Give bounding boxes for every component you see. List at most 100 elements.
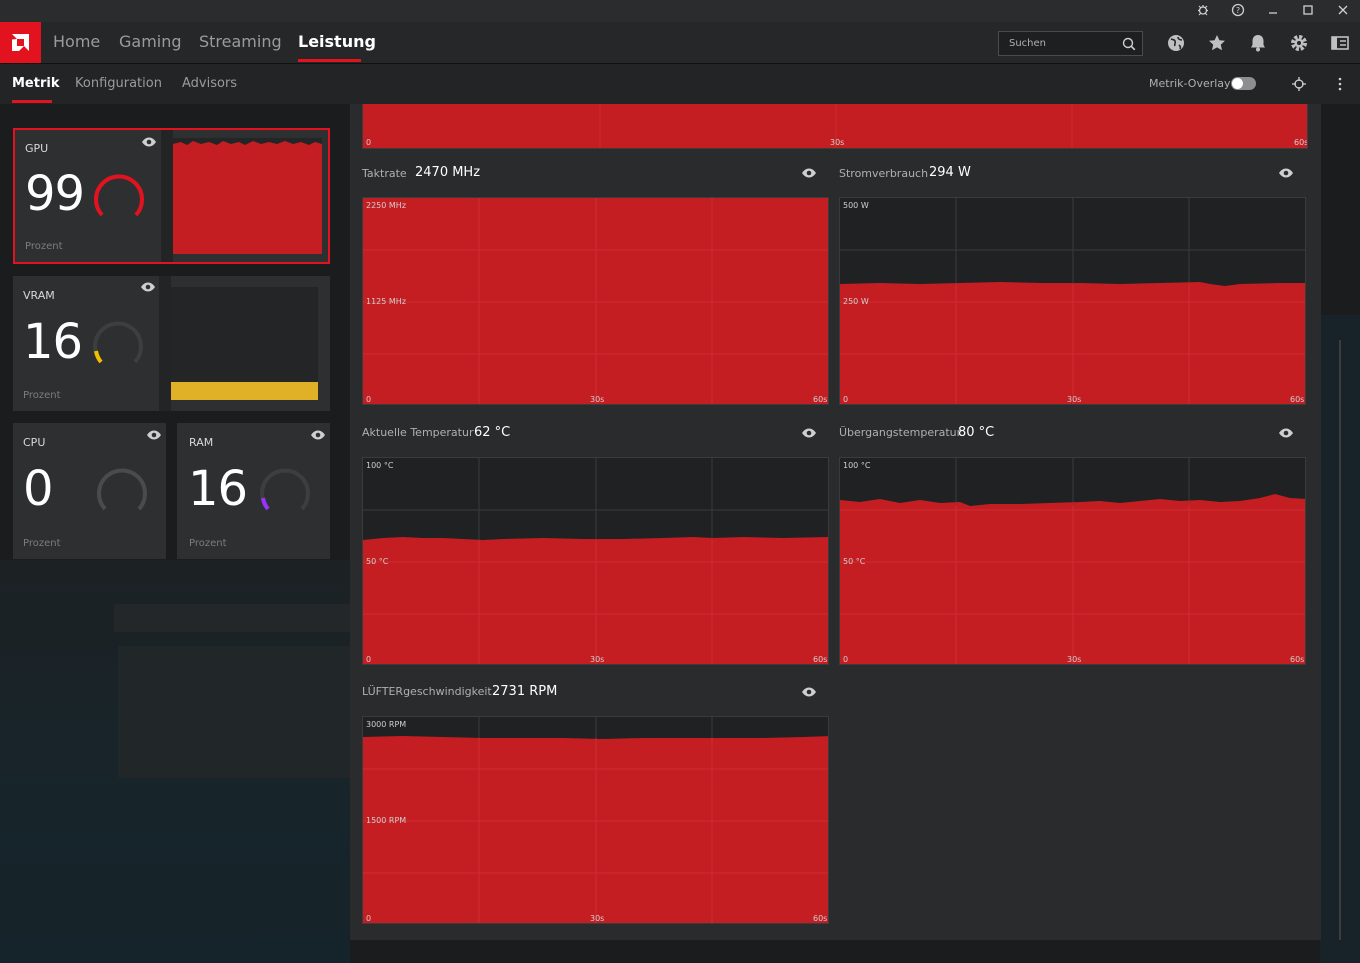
tick-label: 30s: [1067, 655, 1082, 664]
tick-label: 100 °C: [366, 461, 394, 470]
card-divider: [159, 276, 171, 411]
clock-chart: 2250 MHz 1125 MHz 0 30s 60s: [362, 197, 829, 405]
power-label: Stromverbrauch: [839, 167, 929, 180]
cpu-gauge: [97, 468, 147, 511]
junction-label: Übergangstemperatur: [839, 426, 962, 439]
tick-label: 60s: [1294, 138, 1308, 147]
top-chart: 0 30s 60s: [362, 104, 1308, 149]
cpu-unit: Prozent: [23, 538, 61, 549]
tick-label: 30s: [590, 395, 605, 404]
search-input[interactable]: Suchen: [998, 31, 1143, 56]
vram-card[interactable]: VRAM 16 Prozent: [13, 276, 330, 411]
eye-icon[interactable]: [801, 428, 817, 438]
crosshair-icon[interactable]: [1291, 76, 1307, 92]
clock-value: 2470 MHz: [415, 165, 481, 180]
globe-icon[interactable]: [1166, 33, 1186, 53]
tick-label: 2250 MHz: [366, 201, 407, 210]
maximize-icon[interactable]: [1300, 3, 1316, 19]
star-icon[interactable]: [1207, 33, 1227, 53]
tick-label: 1500 RPM: [366, 816, 407, 825]
cpu-value: 0: [23, 461, 54, 517]
tick-label: 60s: [1290, 395, 1305, 404]
fan-chart: 3000 RPM 1500 RPM 0 30s 60s: [362, 716, 829, 924]
tick-label: 250 W: [843, 297, 869, 306]
main-nav: Home Gaming Streaming Leistung Suchen: [0, 22, 1360, 64]
tick-label: 60s: [813, 655, 828, 664]
tick-label: 30s: [1067, 395, 1082, 404]
gpu-card[interactable]: GPU 99 Prozent: [13, 128, 330, 264]
nav-gaming[interactable]: Gaming: [119, 32, 182, 51]
more-options-icon[interactable]: [1333, 76, 1347, 92]
tab-active-indicator: [12, 100, 52, 103]
tick-label: 0: [366, 395, 372, 404]
background-ghost: [114, 604, 354, 632]
metric-overlay-toggle[interactable]: [1231, 77, 1256, 90]
tick-label: 60s: [813, 914, 828, 923]
temp-chart: 100 °C 50 °C 0 30s 60s: [362, 457, 829, 665]
cpu-card[interactable]: CPU 0 Prozent: [13, 423, 166, 559]
ram-gauge: [260, 468, 310, 511]
eye-icon[interactable]: [801, 168, 817, 178]
minimize-icon[interactable]: [1265, 3, 1281, 19]
title-bar: ?: [0, 0, 1360, 22]
vram-value: 16: [23, 314, 83, 370]
fan-value: 2731 RPM: [492, 684, 558, 699]
eye-icon[interactable]: [1278, 168, 1294, 178]
gear-icon[interactable]: [1289, 33, 1309, 53]
tick-label: 0: [366, 655, 372, 664]
tick-label: 500 W: [843, 201, 869, 210]
gpu-unit: Prozent: [25, 241, 63, 252]
tab-metrik[interactable]: Metrik: [12, 76, 59, 91]
ram-title: RAM: [189, 436, 214, 449]
clock-label: Taktrate: [362, 167, 407, 180]
power-value: 294 W: [929, 165, 971, 180]
tick-label: 0: [366, 138, 372, 147]
eye-icon[interactable]: [146, 430, 162, 440]
vram-gauge: [93, 321, 143, 364]
nav-streaming[interactable]: Streaming: [199, 32, 282, 51]
tick-label: 30s: [590, 914, 605, 923]
sidebar-toggle-icon[interactable]: [1330, 33, 1350, 53]
bell-icon[interactable]: [1248, 33, 1268, 53]
ram-card[interactable]: RAM 16 Prozent: [177, 423, 330, 559]
tick-label: 100 °C: [843, 461, 871, 470]
tick-label: 0: [843, 655, 849, 664]
eye-icon[interactable]: [1278, 428, 1294, 438]
vram-bar: [171, 382, 318, 400]
nav-home[interactable]: Home: [53, 32, 100, 51]
cpu-title: CPU: [23, 436, 46, 449]
tab-konfiguration[interactable]: Konfiguration: [75, 76, 162, 91]
gpu-title: GPU: [25, 142, 49, 155]
nav-active-indicator: [298, 59, 361, 62]
scrollbar[interactable]: [1339, 340, 1341, 940]
temp-label: Aktuelle Temperatur: [362, 426, 474, 439]
eye-icon[interactable]: [141, 137, 157, 147]
tick-label: 0: [843, 395, 849, 404]
close-icon[interactable]: [1335, 3, 1351, 19]
svg-text:?: ?: [1236, 6, 1240, 15]
junction-chart: 100 °C 50 °C 0 30s 60s: [839, 457, 1306, 665]
background-ghost: [118, 646, 354, 778]
tick-label: 50 °C: [366, 557, 389, 566]
tick-label: 0: [366, 914, 372, 923]
tick-label: 60s: [1290, 655, 1305, 664]
search-icon: [1122, 37, 1136, 51]
gpu-value: 99: [25, 166, 85, 222]
card-divider: [161, 130, 173, 262]
eye-icon[interactable]: [140, 282, 156, 292]
metrics-panel: 0 30s 60s Taktrate 2470 MHz 2250 MHz 112…: [350, 104, 1321, 940]
eye-icon[interactable]: [801, 687, 817, 697]
eye-icon[interactable]: [310, 430, 326, 440]
nav-leistung[interactable]: Leistung: [298, 32, 376, 51]
bug-report-icon[interactable]: [1195, 3, 1211, 19]
vram-mini-chart: [171, 287, 318, 400]
help-icon[interactable]: ?: [1230, 3, 1246, 19]
amd-logo[interactable]: [0, 22, 41, 63]
fan-label: LÜFTERgeschwindigkeit: [362, 685, 492, 698]
tick-label: 50 °C: [843, 557, 866, 566]
tab-advisors[interactable]: Advisors: [182, 76, 237, 91]
temp-value: 62 °C: [474, 425, 511, 440]
vram-title: VRAM: [23, 289, 55, 302]
tick-label: 1125 MHz: [366, 297, 407, 306]
power-chart: 500 W 250 W 0 30s 60s: [839, 197, 1306, 405]
